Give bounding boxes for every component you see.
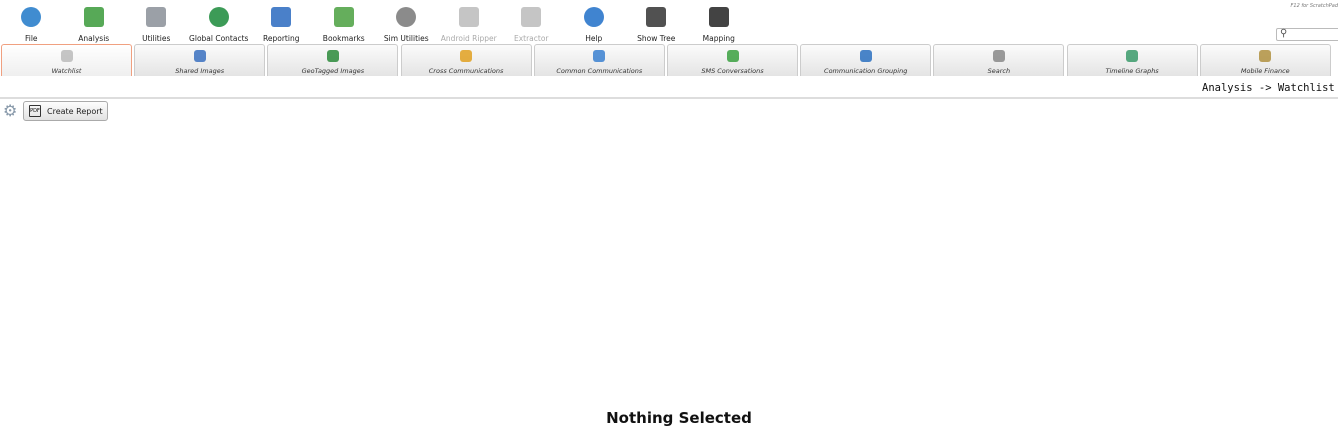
toolbar-label: Android Ripper: [440, 34, 497, 43]
tab-mobile-finance[interactable]: Mobile Finance: [1199, 44, 1331, 76]
toolbar-label: File: [24, 34, 38, 43]
toolbar-label: Sim Utilities: [383, 34, 429, 43]
scratchpad-hint: F12 for ScratchPad: [1290, 3, 1338, 9]
globe-network-icon: [206, 3, 232, 31]
tab-label: GeoTagged Images: [301, 67, 365, 75]
analysis-chart-icon: [81, 3, 107, 31]
create-report-label: Create Report: [47, 106, 103, 116]
tree-icon: [643, 3, 669, 31]
toolbar-label: Bookmarks: [322, 34, 365, 43]
tab-label: Common Communications: [556, 67, 643, 75]
finance-icon: [1257, 48, 1273, 64]
toolbar-android-ripper[interactable]: Android Ripper: [438, 0, 501, 44]
tab-label: SMS Conversations: [701, 67, 764, 75]
magnifier-icon: ⚲: [1280, 28, 1288, 39]
help-icon: [581, 3, 607, 31]
toolbar-label: Analysis: [78, 34, 110, 43]
tab-label: Cross Communications: [428, 67, 504, 75]
tab-geotagged-images[interactable]: GeoTagged Images: [267, 44, 399, 76]
bookmarks-icon: [331, 3, 357, 31]
toolbar-global-contacts[interactable]: Global Contacts: [188, 0, 251, 44]
toolbar-label: Global Contacts: [189, 34, 249, 43]
globe-icon: [325, 48, 341, 64]
toolbar-utilities[interactable]: Utilities: [125, 0, 188, 44]
tab-label: Timeline Graphs: [1105, 67, 1159, 75]
tab-timeline-graphs[interactable]: Timeline Graphs: [1066, 44, 1198, 76]
toolbar-help[interactable]: Help: [563, 0, 626, 44]
toolbar-label: Help: [585, 34, 603, 43]
tab-watchlist[interactable]: Watchlist: [1, 44, 132, 76]
tab-label: Mobile Finance: [1240, 67, 1290, 75]
tab-label: Shared Images: [175, 67, 225, 75]
toolbar-extractor[interactable]: Extractor: [500, 0, 563, 44]
timeline-icon: [1124, 48, 1140, 64]
tab-label: Watchlist: [51, 67, 82, 75]
toolbar-label: Mapping: [702, 34, 735, 43]
gear-icon[interactable]: ⚙: [3, 103, 17, 119]
extractor-dots-icon: [518, 3, 544, 31]
venn-icon: [591, 48, 607, 64]
empty-state-message: Nothing Selected: [606, 409, 752, 427]
images-icon: [192, 48, 208, 64]
tab-common-communications[interactable]: Common Communications: [533, 44, 665, 76]
toolbar-sim-utilities[interactable]: Sim Utilities: [375, 0, 438, 44]
tab-search[interactable]: Search: [933, 44, 1065, 76]
android-icon: [456, 3, 482, 31]
tab-shared-images[interactable]: Shared Images: [134, 44, 266, 76]
toolbar-mapping[interactable]: Mapping: [688, 0, 751, 44]
grouping-icon: [858, 48, 874, 64]
create-report-button[interactable]: PDF Create Report: [23, 101, 108, 121]
search-input[interactable]: ⚲: [1276, 28, 1338, 41]
toolbar-label: Reporting: [263, 34, 300, 43]
toolbar-reporting[interactable]: Reporting: [250, 0, 313, 44]
flag-icon: [59, 48, 75, 64]
main-toolbar: File Analysis Utilities Global Contacts Repo…: [0, 0, 750, 44]
analysis-tabs: Watchlist Shared Images GeoTagged Images Cr…: [0, 44, 1338, 76]
toolbar-show-tree[interactable]: Show Tree: [625, 0, 688, 44]
tab-cross-communications[interactable]: Cross Communications: [400, 44, 532, 76]
sms-refresh-icon: [725, 48, 741, 64]
pdf-icon: PDF: [29, 105, 41, 117]
toolbar-bookmarks[interactable]: Bookmarks: [313, 0, 376, 44]
tab-label: Communication Grouping: [824, 67, 908, 75]
search-doc-icon: [991, 48, 1007, 64]
divider: [0, 97, 1338, 99]
toolbar-analysis[interactable]: Analysis: [63, 0, 126, 44]
file-target-icon: [18, 3, 44, 31]
breadcrumb: Analysis -> Watchlist: [1202, 82, 1335, 94]
tab-communication-grouping[interactable]: Communication Grouping: [800, 44, 932, 76]
map-icon: [706, 3, 732, 31]
toolbar-file[interactable]: File: [0, 0, 63, 44]
toolbar-label: Show Tree: [637, 34, 676, 43]
toolbar-label: Extractor: [513, 34, 549, 43]
sim-card-icon: [393, 3, 419, 31]
tab-label: Search: [987, 67, 1011, 75]
tab-sms-conversations[interactable]: SMS Conversations: [667, 44, 798, 76]
toolbox-icon: [143, 3, 169, 31]
toolbar-label: Utilities: [142, 34, 171, 43]
file-cabinet-icon: [268, 3, 294, 31]
cross-comm-icon: [458, 48, 474, 64]
